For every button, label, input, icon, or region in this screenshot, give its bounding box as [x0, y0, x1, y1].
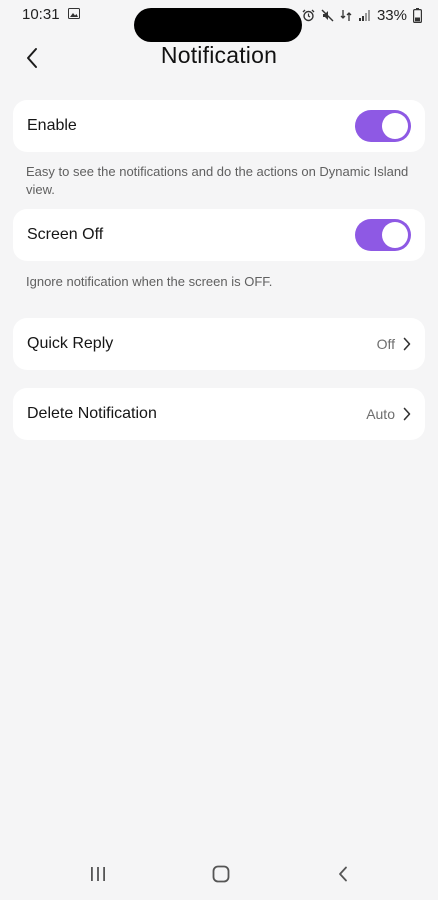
toggle-knob	[382, 113, 408, 139]
screen-off-description: Ignore notification when the screen is O…	[26, 274, 273, 289]
status-time: 10:31	[22, 6, 60, 23]
toggle-knob	[382, 222, 408, 248]
chevron-right-icon	[403, 407, 411, 421]
back-nav-button[interactable]	[323, 860, 363, 888]
dynamic-island	[134, 8, 302, 42]
recents-button[interactable]	[78, 860, 118, 888]
quick-reply-value: Off	[376, 336, 395, 352]
screen-off-label: Screen Off	[27, 226, 104, 243]
notification-settings-screen: 10:31 33% Notification Enable Easy to se…	[0, 0, 438, 900]
chevron-right-icon	[403, 337, 411, 351]
back-icon	[339, 866, 347, 882]
chevron-left-icon	[27, 48, 37, 68]
quick-reply-row[interactable]: Quick Reply Off	[13, 318, 425, 370]
delete-notification-row[interactable]: Delete Notification Auto	[13, 388, 425, 440]
enable-row[interactable]: Enable	[13, 100, 425, 152]
enable-description: Easy to see the notifications and do the…	[26, 164, 409, 197]
enable-label: Enable	[27, 117, 77, 134]
enable-toggle[interactable]	[355, 110, 411, 142]
header: Notification	[0, 38, 438, 78]
mute-icon	[321, 9, 334, 21]
signal-icon	[358, 9, 370, 21]
back-button[interactable]	[16, 42, 48, 74]
battery-level: 33%	[376, 6, 407, 24]
system-navigation-bar	[0, 852, 438, 896]
status-icons: 33%	[302, 5, 422, 25]
gallery-icon	[68, 8, 80, 19]
battery-icon	[413, 7, 422, 23]
home-button[interactable]	[201, 860, 241, 888]
screen-off-toggle[interactable]	[355, 219, 411, 251]
quick-reply-label: Quick Reply	[27, 335, 114, 352]
screen-off-row[interactable]: Screen Off	[13, 209, 425, 261]
page-title: Notification	[160, 42, 278, 68]
quick-reply-value-group: Off	[377, 336, 411, 352]
delete-notification-label: Delete Notification	[27, 405, 157, 422]
recents-icon	[91, 867, 105, 881]
delete-notification-value-group: Auto	[366, 406, 411, 422]
status-bar: 10:31 33%	[0, 0, 438, 42]
wifi-data-icon	[340, 9, 352, 21]
alarm-icon	[302, 9, 315, 21]
home-icon	[212, 865, 230, 883]
delete-notification-value: Auto	[366, 406, 395, 422]
